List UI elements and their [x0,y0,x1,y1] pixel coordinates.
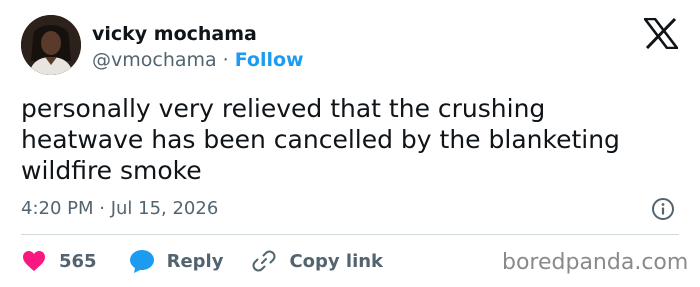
author-handle[interactable]: @vmochama [92,48,217,72]
author-name[interactable]: vicky mochama [92,22,257,46]
tweet-timestamp[interactable]: 4:20 PM · Jul 15, 2026 [21,197,218,221]
divider [21,234,679,235]
action-bar: 565 Reply Copy link [21,247,383,275]
link-icon [251,248,277,274]
reply-label: Reply [166,250,224,272]
reply-button[interactable]: Reply [129,248,224,274]
follow-button[interactable]: Follow [235,48,304,72]
heart-icon [21,248,47,274]
speech-bubble-icon [129,248,155,274]
copy-link-button[interactable]: Copy link [251,248,383,274]
avatar[interactable] [21,15,81,75]
tweet-text: personally very relieved that the crushi… [21,94,620,185]
x-logo-icon[interactable] [643,17,679,50]
watermark: boredpanda.com [502,250,689,275]
tweet-card: vicky mochama @vmochama · Follow persona… [0,0,700,287]
like-button[interactable]: 565 [21,248,97,274]
copy-link-label: Copy link [289,250,384,272]
like-count: 565 [59,250,97,272]
info-icon[interactable] [651,197,675,221]
separator-dot: · [222,49,229,71]
handle-row: @vmochama · Follow [92,48,304,72]
